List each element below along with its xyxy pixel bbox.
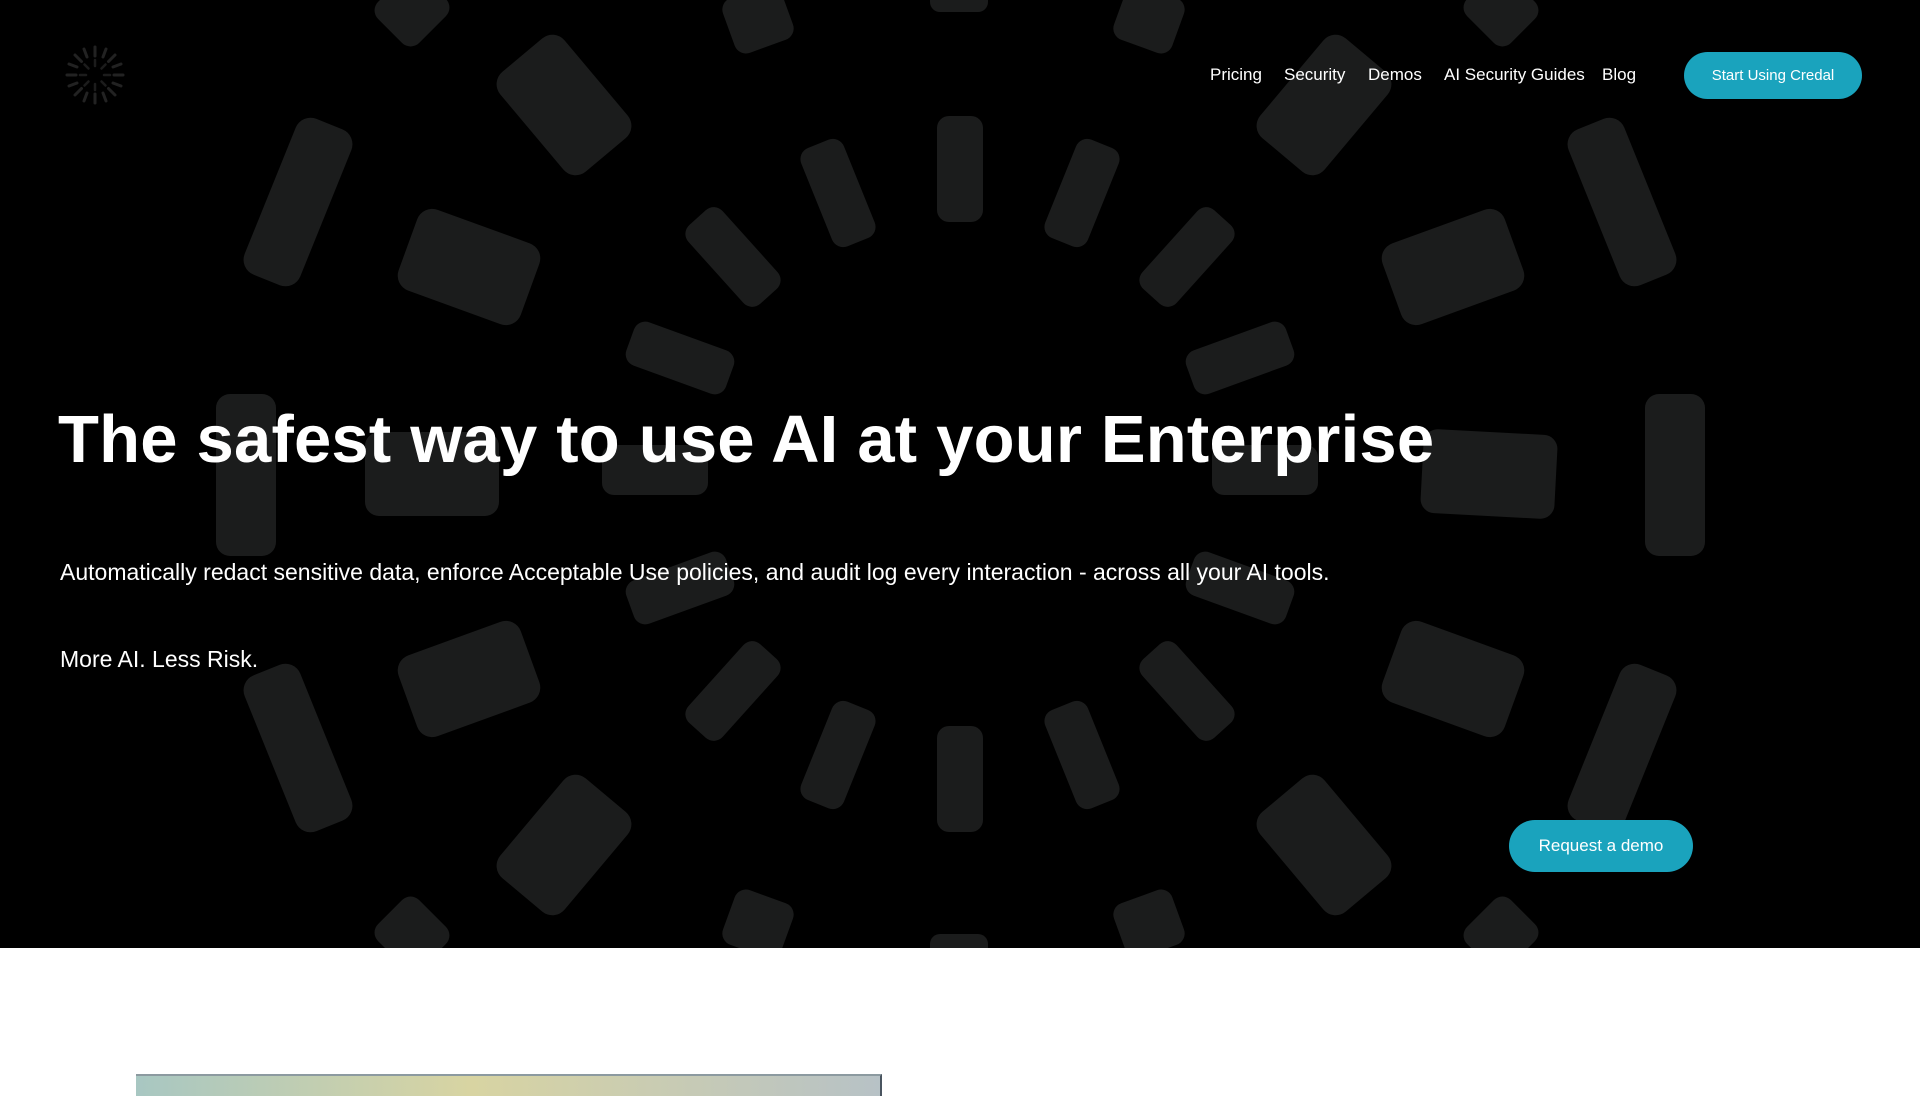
product-preview-image xyxy=(136,1074,882,1096)
nav-link-pricing[interactable]: Pricing xyxy=(1210,65,1262,85)
request-demo-button[interactable]: Request a demo xyxy=(1509,820,1693,872)
nav-link-blog[interactable]: Blog xyxy=(1602,65,1636,85)
hero-section: Pricing Security Demos AI Security Guide… xyxy=(0,0,1920,948)
nav-link-ai-security-guides[interactable]: AI Security Guides xyxy=(1444,65,1585,85)
credal-logo-icon[interactable] xyxy=(64,44,126,106)
start-using-credal-button[interactable]: Start Using Credal xyxy=(1684,52,1862,99)
hero-tagline: More AI. Less Risk. xyxy=(60,646,259,672)
nav-link-security[interactable]: Security xyxy=(1284,65,1345,85)
hero-subheadline: Automatically redact sensitive data, enf… xyxy=(60,559,1330,585)
nav-link-demos[interactable]: Demos xyxy=(1368,65,1422,85)
hero-headline: The safest way to use AI at your Enterpr… xyxy=(58,402,1435,477)
content-section xyxy=(0,948,1920,1096)
